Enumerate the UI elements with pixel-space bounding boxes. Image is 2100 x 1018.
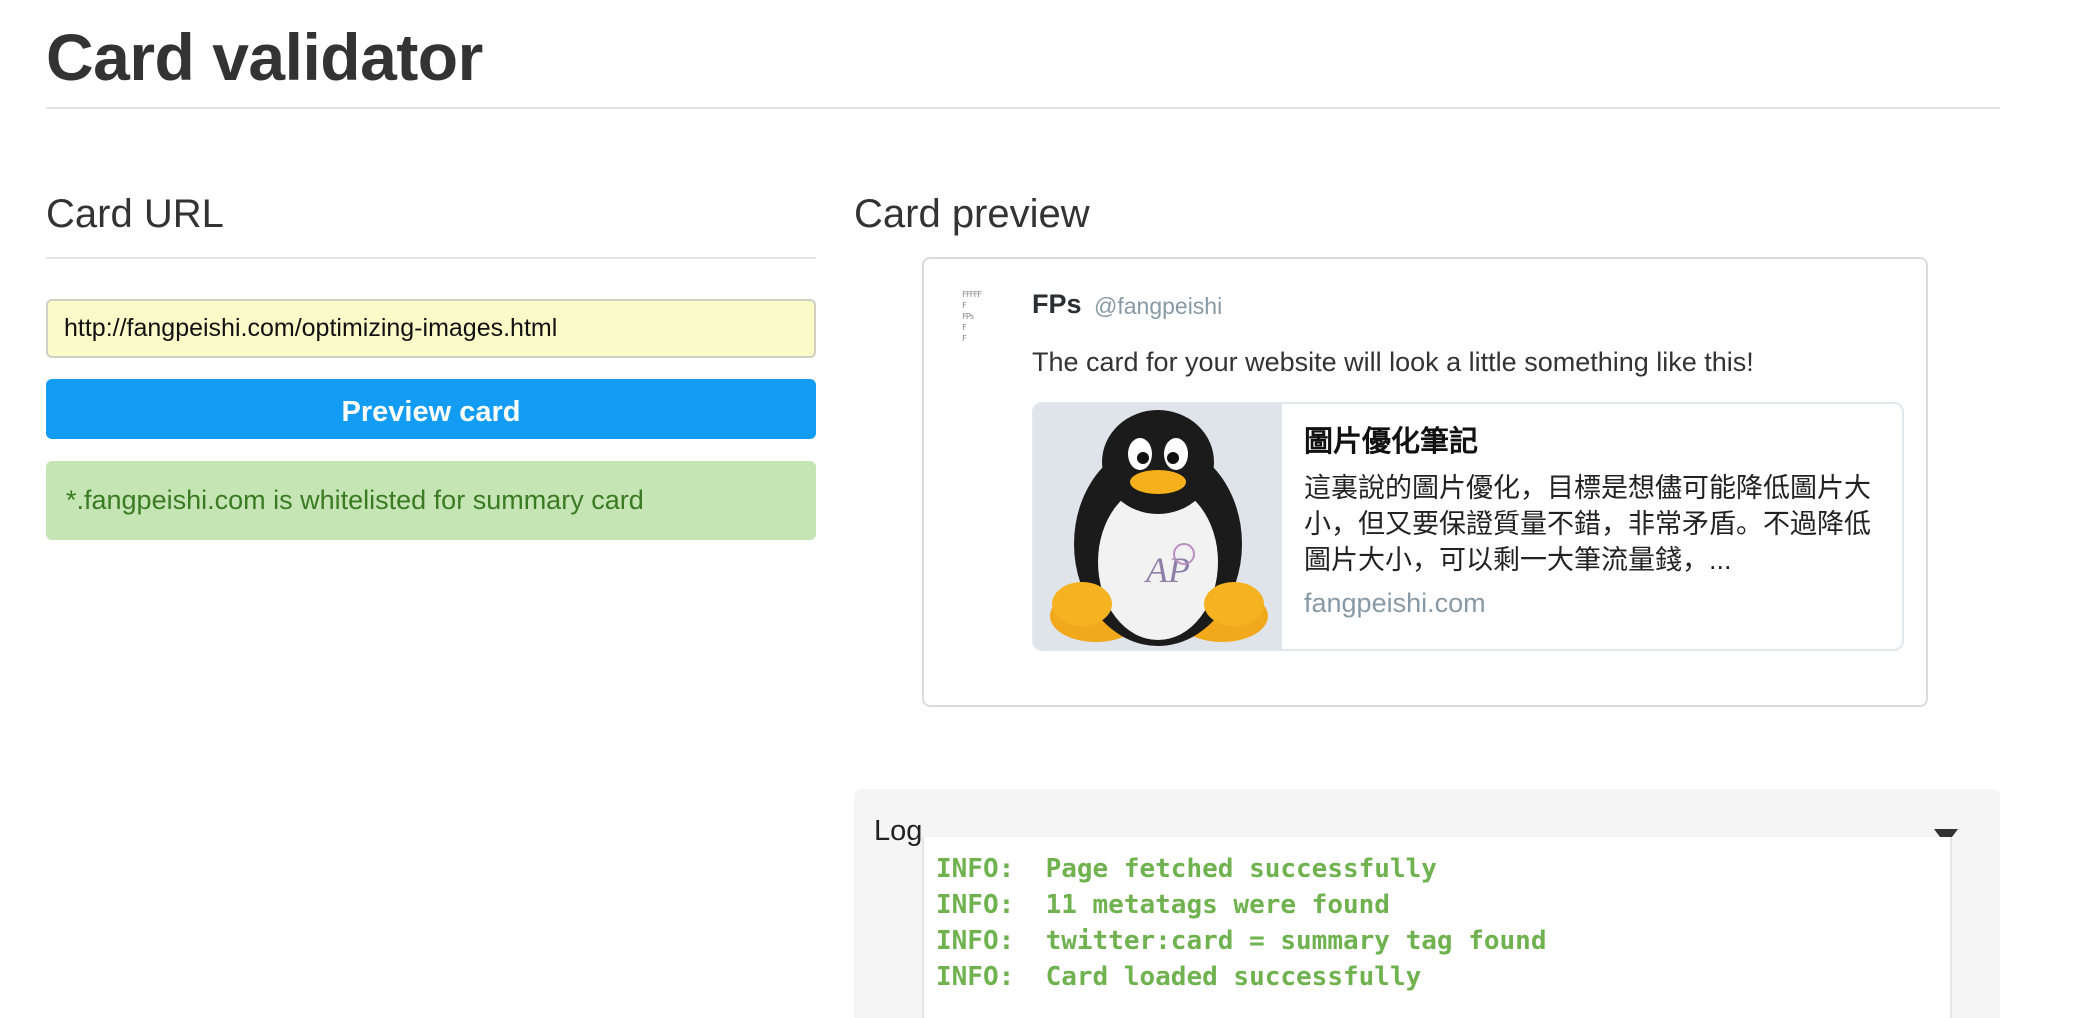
log-output: INFO: Page fetched successfully INFO: 11… — [922, 837, 1952, 1018]
author-handle[interactable]: @fangpeishi — [1094, 293, 1222, 320]
avatar: FFFFF F FPs F F — [962, 290, 982, 343]
card-description: 這裏說的圖片優化，目標是想儘可能降低圖片大小，但又要保證質量不錯，非常矛盾。不過… — [1304, 473, 1871, 575]
summary-card[interactable]: AP 圖片優化筆記 這裏說的圖片優化，目標是想儘可能降低圖片大小，但又要保證質量… — [1032, 402, 1904, 651]
tweet-text: The card for your website will look a li… — [1032, 347, 1754, 377]
tux-penguin-icon: AP — [1034, 404, 1282, 649]
tweet-preview: FFFFF F FPs F F FPs @fangpeishi The card for… — [922, 257, 1928, 707]
whitelist-status-alert: *.fangpeishi.com is whitelisted for summ… — [46, 461, 816, 540]
card-url-input[interactable] — [46, 299, 816, 358]
log-line: INFO: Card loaded successfully — [936, 962, 1422, 992]
log-line: INFO: 11 metatags were found — [936, 890, 1390, 920]
card-preview-heading: Card preview — [854, 192, 1090, 236]
log-label: Log — [874, 815, 923, 847]
author-name[interactable]: FPs — [1032, 289, 1082, 320]
log-line: INFO: Page fetched successfully — [936, 854, 1437, 884]
preview-card-button[interactable]: Preview card — [46, 379, 816, 439]
svg-text:AP: AP — [1144, 550, 1190, 590]
card-title: 圖片優化筆記 — [1304, 426, 1479, 458]
log-line: INFO: twitter:card = summary tag found — [936, 926, 1547, 956]
page-title: Card validator — [46, 20, 483, 94]
card-url-heading: Card URL — [46, 192, 224, 236]
log-panel: Log INFO: Page fetched successfully INFO… — [854, 789, 2000, 1018]
title-divider — [46, 107, 2000, 109]
card-domain: fangpeishi.com — [1304, 588, 1486, 618]
card-url-divider — [46, 257, 816, 259]
